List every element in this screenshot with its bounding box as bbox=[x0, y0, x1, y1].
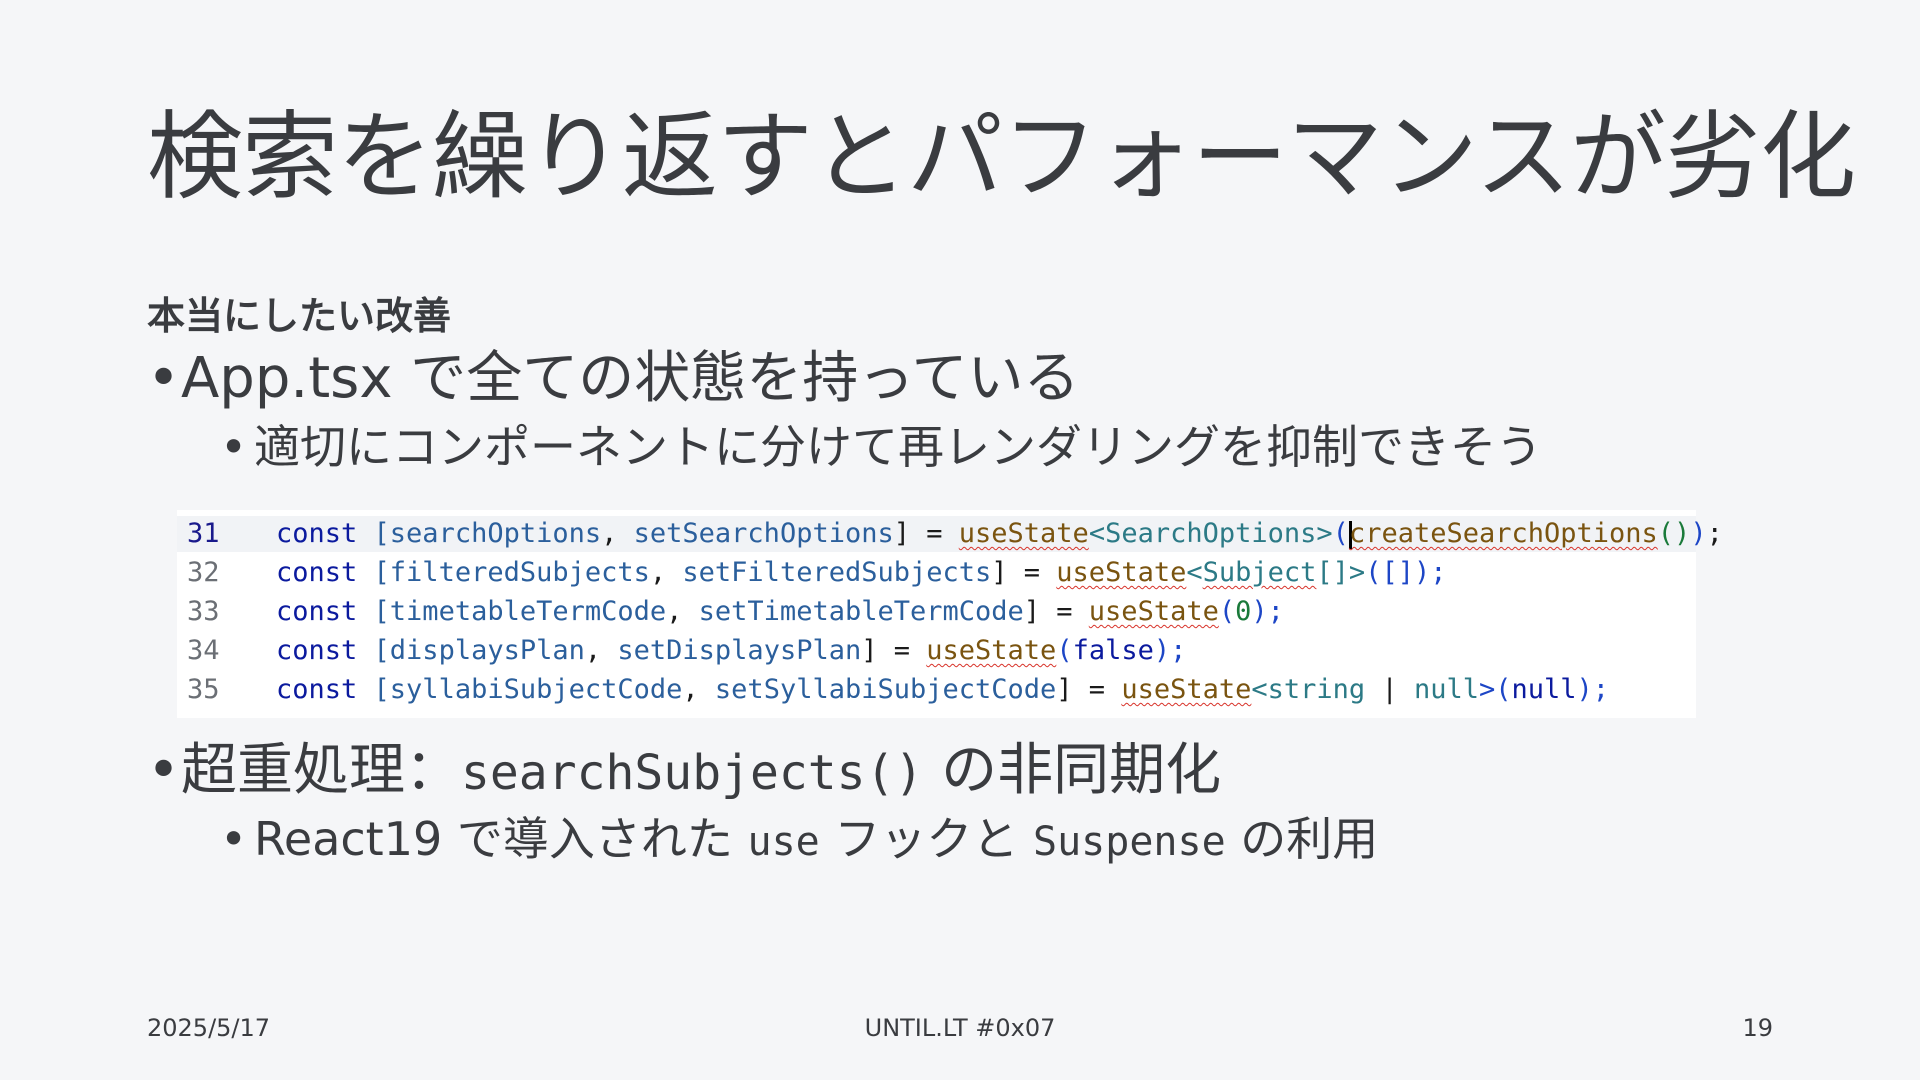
bullet-dot: • bbox=[147, 346, 181, 411]
bullet-2-sub-code-use: use bbox=[747, 819, 820, 865]
code-text: const [syllabiSubjectCode, setSyllabiSub… bbox=[276, 674, 1610, 705]
code-line-33: 33 const [timetableTermCode, setTimetabl… bbox=[177, 594, 1696, 630]
code-snippet: 31 const [searchOptions, setSearchOption… bbox=[177, 510, 1723, 718]
code-line-35: 35 const [syllabiSubjectCode, setSyllabi… bbox=[177, 672, 1696, 708]
line-number: 35 bbox=[187, 674, 220, 705]
slide-title: 検索を繰り返すとパフォーマンスが劣化 bbox=[147, 101, 1856, 213]
line-number: 34 bbox=[187, 635, 220, 666]
bullet-dot: • bbox=[220, 812, 248, 866]
code-text: const [displaysPlan, setDisplaysPlan] = … bbox=[276, 635, 1187, 666]
line-number: 31 bbox=[187, 518, 220, 549]
bullet-2: •超重処理：searchSubjects() の非同期化 bbox=[147, 737, 1221, 804]
slide-subtitle: 本当にしたい改善 bbox=[147, 294, 452, 338]
bullet-2-text-after: の非同期化 bbox=[923, 738, 1222, 803]
bullet-1-sub: • 適切にコンポーネントに分けて再レンダリングを抑制できそう bbox=[220, 420, 1542, 475]
footer-page-number: 19 bbox=[1742, 1014, 1773, 1042]
code-text: const [searchOptions, setSearchOptions] … bbox=[276, 518, 1723, 549]
bullet-1-sub-text: 適切にコンポーネントに分けて再レンダリングを抑制できそう bbox=[254, 420, 1542, 474]
code-line-34: 34 const [displaysPlan, setDisplaysPlan]… bbox=[177, 633, 1696, 669]
bullet-dot: • bbox=[147, 738, 181, 803]
bullet-2-sub: • React19 で導入された use フックと Suspense の利用 bbox=[220, 812, 1378, 867]
line-number: 32 bbox=[187, 557, 220, 588]
line-number: 33 bbox=[187, 596, 220, 627]
bullet-dot: • bbox=[220, 420, 248, 474]
bullet-2-code: searchSubjects() bbox=[461, 745, 924, 801]
bullet-2-text-before: 超重処理： bbox=[181, 738, 461, 803]
bullet-1-text: App.tsx で全ての状態を持っている bbox=[181, 346, 1080, 411]
bullet-1: •App.tsx で全ての状態を持っている bbox=[147, 345, 1079, 412]
code-line-31: 31 const [searchOptions, setSearchOption… bbox=[177, 516, 1723, 552]
code-text: const [timetableTermCode, setTimetableTe… bbox=[276, 596, 1284, 627]
bullet-2-sub-after: の利用 bbox=[1225, 812, 1379, 866]
code-line-32: 32 const [filteredSubjects, setFilteredS… bbox=[177, 555, 1696, 591]
footer-event: UNTIL.LT #0x07 bbox=[864, 1014, 1056, 1042]
bullet-2-sub-before: React19 で導入された bbox=[254, 812, 748, 866]
bullet-2-sub-code-suspense: Suspense bbox=[1033, 819, 1226, 865]
code-text: const [filteredSubjects, setFilteredSubj… bbox=[276, 557, 1447, 588]
bullet-2-sub-mid: フックと bbox=[819, 812, 1033, 866]
